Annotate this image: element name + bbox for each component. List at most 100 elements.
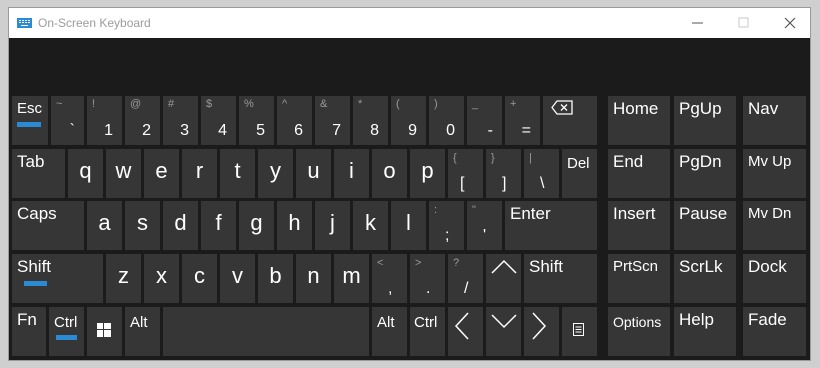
- key-options[interactable]: Options: [608, 307, 670, 356]
- key-8[interactable]: * 8: [353, 96, 388, 145]
- key-label: l: [406, 210, 411, 235]
- key-d[interactable]: d: [163, 201, 198, 250]
- key-home[interactable]: Home: [608, 96, 670, 145]
- key-ctrl-left[interactable]: Ctrl: [49, 307, 84, 356]
- key-k[interactable]: k: [353, 201, 388, 250]
- key-del[interactable]: Del: [562, 149, 597, 198]
- key-comma[interactable]: < ,: [372, 254, 407, 303]
- minimize-button[interactable]: [675, 8, 721, 38]
- key-backslash[interactable]: | \: [524, 149, 559, 198]
- key-right-arrow[interactable]: [524, 307, 559, 356]
- key-shift-label: {: [453, 152, 457, 164]
- key-esc[interactable]: Esc: [12, 96, 48, 145]
- key-label: y: [270, 158, 281, 183]
- key-pgup[interactable]: PgUp: [674, 96, 736, 145]
- key-end[interactable]: End: [608, 149, 670, 198]
- key-right-bracket[interactable]: } ]: [486, 149, 521, 198]
- key-4[interactable]: $ 4: [201, 96, 236, 145]
- key-0[interactable]: ) 0: [429, 96, 464, 145]
- key-2[interactable]: @ 2: [125, 96, 160, 145]
- key-alt-right[interactable]: Alt: [372, 307, 407, 356]
- key-tab-label: Tab: [17, 152, 45, 171]
- key-1[interactable]: ! 1: [87, 96, 122, 145]
- key-fn[interactable]: Fn: [12, 307, 46, 356]
- key-shift-label: @: [130, 98, 142, 110]
- key-enter[interactable]: Enter: [505, 201, 597, 250]
- key-ctrl-right[interactable]: Ctrl: [410, 307, 445, 356]
- key-p[interactable]: p: [410, 149, 445, 198]
- key-q[interactable]: q: [68, 149, 103, 198]
- key-a[interactable]: a: [87, 201, 122, 250]
- key-j[interactable]: j: [315, 201, 350, 250]
- key-3[interactable]: # 3: [163, 96, 198, 145]
- key-z[interactable]: z: [106, 254, 141, 303]
- key-period[interactable]: > .: [410, 254, 445, 303]
- key-tab[interactable]: Tab: [12, 149, 65, 198]
- key-m[interactable]: m: [334, 254, 369, 303]
- key-g[interactable]: g: [239, 201, 274, 250]
- key-mv-dn[interactable]: Mv Dn: [743, 201, 806, 250]
- key-left-arrow[interactable]: [448, 307, 483, 356]
- key-9[interactable]: ( 9: [391, 96, 426, 145]
- key-scrlk[interactable]: ScrLk: [674, 254, 736, 303]
- key-o[interactable]: o: [372, 149, 407, 198]
- key-w[interactable]: w: [106, 149, 141, 198]
- key-help[interactable]: Help: [674, 307, 736, 356]
- key-h[interactable]: h: [277, 201, 312, 250]
- key-x[interactable]: x: [144, 254, 179, 303]
- key-backspace[interactable]: [543, 96, 597, 145]
- key-caps[interactable]: Caps: [12, 201, 84, 250]
- key-label: g: [250, 210, 263, 235]
- key-pause[interactable]: Pause: [674, 201, 736, 250]
- key-windows[interactable]: [87, 307, 122, 356]
- key-del-label: Del: [567, 155, 590, 172]
- key-s[interactable]: s: [125, 201, 160, 250]
- key-u[interactable]: u: [296, 149, 331, 198]
- key-r[interactable]: r: [182, 149, 217, 198]
- key-shift-right[interactable]: Shift: [524, 254, 597, 303]
- up-arrow-icon: [491, 259, 517, 274]
- key-f[interactable]: f: [201, 201, 236, 250]
- key-pgdn[interactable]: PgDn: [674, 149, 736, 198]
- key-quote[interactable]: " ': [467, 201, 502, 250]
- key-backtick[interactable]: ~ `: [51, 96, 84, 145]
- key-space[interactable]: [163, 307, 369, 356]
- key-i[interactable]: i: [334, 149, 369, 198]
- key-5[interactable]: % 5: [239, 96, 274, 145]
- key-t[interactable]: t: [220, 149, 255, 198]
- key-7[interactable]: & 7: [315, 96, 350, 145]
- key-minus[interactable]: _ -: [467, 96, 502, 145]
- key-fade[interactable]: Fade: [743, 307, 806, 356]
- key-semicolon[interactable]: : ;: [429, 201, 464, 250]
- key-e[interactable]: e: [144, 149, 179, 198]
- key-menu[interactable]: [562, 307, 597, 356]
- key-label: PrtScn: [613, 258, 659, 275]
- key-esc-label: Esc: [17, 100, 43, 117]
- key-label: Pause: [679, 204, 728, 223]
- key-shift-left[interactable]: Shift: [12, 254, 103, 303]
- key-label: .: [426, 280, 431, 297]
- key-y[interactable]: y: [258, 149, 293, 198]
- key-equals[interactable]: + =: [505, 96, 540, 145]
- key-slash[interactable]: ? /: [448, 254, 483, 303]
- key-6[interactable]: ^ 6: [277, 96, 312, 145]
- maximize-button[interactable]: [721, 8, 767, 38]
- key-up-arrow[interactable]: [486, 254, 521, 303]
- key-nav[interactable]: Nav: [743, 96, 806, 145]
- key-prtscn[interactable]: PrtScn: [608, 254, 670, 303]
- key-c[interactable]: c: [182, 254, 217, 303]
- key-alt-left[interactable]: Alt: [125, 307, 160, 356]
- key-down-arrow[interactable]: [486, 307, 521, 356]
- key-label: n: [307, 263, 320, 288]
- title-bar[interactable]: On-Screen Keyboard: [9, 8, 810, 38]
- key-l[interactable]: l: [391, 201, 426, 250]
- key-dock[interactable]: Dock: [743, 254, 806, 303]
- key-b[interactable]: b: [258, 254, 293, 303]
- key-insert[interactable]: Insert: [608, 201, 670, 250]
- key-caps-label: Caps: [17, 204, 57, 223]
- key-n[interactable]: n: [296, 254, 331, 303]
- key-left-bracket[interactable]: { [: [448, 149, 483, 198]
- close-button[interactable]: [767, 8, 813, 38]
- key-v[interactable]: v: [220, 254, 255, 303]
- key-mv-up[interactable]: Mv Up: [743, 149, 806, 198]
